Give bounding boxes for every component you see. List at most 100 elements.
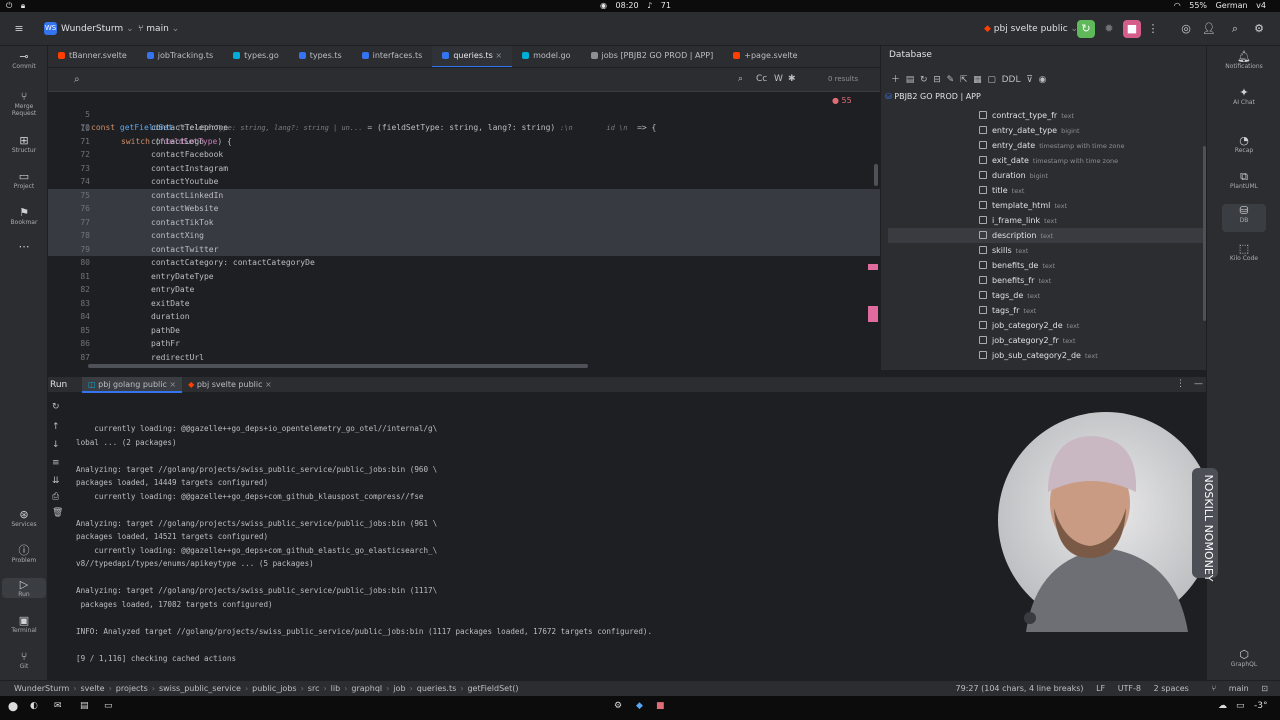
keyboard-layout[interactable]: German bbox=[1216, 1, 1248, 10]
db-tool[interactable]: ⛁ DB bbox=[1222, 204, 1266, 232]
editor-tab[interactable]: tBanner.svelte bbox=[48, 46, 137, 67]
graphql-tool[interactable]: ⬡ GraphQL bbox=[1222, 648, 1266, 668]
print-icon[interactable]: ⎙ bbox=[52, 492, 59, 502]
db-column-item[interactable]: template_html text bbox=[979, 198, 1067, 213]
db-column-item[interactable]: tags_de text bbox=[979, 288, 1040, 303]
db-column-item[interactable]: tags_fr text bbox=[979, 303, 1036, 318]
volume[interactable]: v4 bbox=[1256, 1, 1266, 10]
search-icon[interactable]: ⌕ bbox=[1226, 20, 1244, 38]
breadcrumb-item[interactable]: lib bbox=[331, 684, 341, 693]
project-switcher[interactable]: WS WunderSturm ⌄ bbox=[44, 21, 134, 37]
breadcrumb-item[interactable]: WunderSturm bbox=[14, 684, 69, 693]
match-case-toggle[interactable]: Cc bbox=[756, 74, 767, 84]
whole-word-toggle[interactable]: W bbox=[774, 74, 783, 84]
battery[interactable]: 55% bbox=[1189, 1, 1207, 10]
editor-tab[interactable]: +page.svelte bbox=[723, 46, 807, 67]
db-column-item[interactable]: description text bbox=[979, 228, 1053, 243]
rerun-icon[interactable]: ↻ bbox=[52, 402, 60, 412]
db-column-item[interactable]: i_frame_link text bbox=[979, 213, 1057, 228]
filter-funnel-icon[interactable]: ⊽ bbox=[1026, 75, 1033, 85]
db-column-item[interactable]: exit_date timestamp with time zone bbox=[979, 153, 1118, 168]
close-icon[interactable]: × bbox=[262, 380, 272, 389]
tray-icon[interactable]: ▭ bbox=[1236, 701, 1245, 711]
code-editor[interactable]: 5 const getFieldSet (fieldSetType: strin… bbox=[48, 92, 880, 370]
console-icon[interactable]: ▢ bbox=[987, 75, 996, 85]
more-tools[interactable]: ⋯ bbox=[2, 240, 46, 253]
git-branch[interactable]: ⑂ main bbox=[1201, 684, 1248, 693]
vscode-icon[interactable]: ◆ bbox=[636, 701, 643, 711]
editor-tab[interactable]: queries.ts × bbox=[432, 46, 513, 67]
search-icon[interactable]: ⌕ bbox=[74, 74, 80, 85]
jump-icon[interactable]: ⇱ bbox=[960, 75, 968, 85]
merge-request-tool[interactable]: ⑂ Merge Request bbox=[2, 90, 46, 117]
editor-scrollbar[interactable] bbox=[874, 164, 878, 186]
stop-button[interactable]: ■ bbox=[1123, 20, 1141, 38]
branch-switcher[interactable]: ⑂ main ⌄ bbox=[138, 21, 179, 37]
settings-icon[interactable]: ⚙ bbox=[614, 701, 622, 711]
breadcrumb-item[interactable]: swiss_public_service bbox=[159, 684, 241, 693]
problems-tool[interactable]: ⓘ Problem bbox=[2, 544, 46, 564]
db-column-item[interactable]: duration bigint bbox=[979, 168, 1048, 183]
mail-icon[interactable]: ✉ bbox=[54, 701, 62, 711]
project-tool[interactable]: ▭ Project bbox=[2, 170, 46, 190]
connection-node[interactable]: ⛁ PBJB2 GO PROD | APP bbox=[885, 92, 981, 101]
main-menu-icon[interactable]: ≡ bbox=[10, 20, 28, 38]
account-icon[interactable]: 👤︎ bbox=[1200, 20, 1218, 38]
terminal-tool[interactable]: ▣ Terminal bbox=[2, 614, 46, 634]
close-icon[interactable]: × bbox=[493, 51, 502, 60]
minimize-icon[interactable]: — bbox=[1194, 379, 1203, 389]
ddl-button[interactable]: DDL bbox=[1002, 75, 1021, 85]
ai-chat-tool[interactable]: ✦ AI Chat bbox=[1222, 86, 1266, 106]
db-column-item[interactable]: contract_type_fr text bbox=[979, 108, 1074, 123]
db-column-item[interactable]: job_category2_de text bbox=[979, 318, 1079, 333]
warnings-indicator[interactable]: ● 55 bbox=[832, 96, 852, 105]
kilo-code-tool[interactable]: ⬚ Kilo Code bbox=[1222, 242, 1266, 262]
ai-assistant-icon[interactable]: ◎ bbox=[1177, 20, 1195, 38]
regex-icon[interactable]: ⌕ bbox=[738, 74, 743, 84]
eye-icon[interactable]: ◉ bbox=[1039, 75, 1047, 85]
editor-tab[interactable]: jobTracking.ts bbox=[137, 46, 223, 67]
breadcrumb-item[interactable]: getFieldSet() bbox=[467, 684, 518, 693]
bookmarks-tool[interactable]: ⚑ Bookmar bbox=[2, 206, 46, 226]
more-options-icon[interactable]: ⋮ bbox=[1176, 379, 1185, 389]
apps-icon[interactable]: ⬤ bbox=[8, 702, 18, 712]
commit-tool[interactable]: ⊸ Commit bbox=[2, 50, 46, 70]
close-icon[interactable]: × bbox=[167, 380, 176, 389]
run-tab[interactable]: ◫ pbj golang public × bbox=[82, 377, 183, 393]
calendar-icon[interactable]: ▤ bbox=[80, 701, 89, 711]
trash-icon[interactable]: 🗑︎ bbox=[52, 508, 63, 518]
more-actions-icon[interactable]: ⋮ bbox=[1144, 20, 1162, 38]
db-column-item[interactable]: entry_date timestamp with time zone bbox=[979, 138, 1124, 153]
settings-icon[interactable]: ⚙ bbox=[1250, 20, 1268, 38]
soft-wrap-icon[interactable]: ≡ bbox=[52, 458, 60, 468]
scroll-end-icon[interactable]: ⇊ bbox=[52, 476, 60, 486]
editor-tab[interactable]: interfaces.ts bbox=[352, 46, 433, 67]
editor-tab[interactable]: types.go bbox=[223, 46, 289, 67]
notifications-tool[interactable]: 🔔︎ Notifications bbox=[1222, 50, 1266, 70]
filter-icon[interactable]: ⊟ bbox=[933, 75, 941, 85]
services-tool[interactable]: ⊛ Services bbox=[2, 508, 46, 528]
db-column-item[interactable]: job_category2_fr text bbox=[979, 333, 1076, 348]
breadcrumb-item[interactable]: projects bbox=[116, 684, 148, 693]
edit-icon[interactable]: ✎ bbox=[947, 75, 955, 85]
git-tool[interactable]: ⑂ Git bbox=[2, 650, 46, 670]
breadcrumb-item[interactable]: queries.ts bbox=[417, 684, 457, 693]
indent[interactable]: 2 spaces bbox=[1154, 684, 1189, 693]
breadcrumb-item[interactable]: graphql bbox=[351, 684, 382, 693]
structure-tool[interactable]: ⊞ Structur bbox=[2, 134, 46, 154]
db-column-item[interactable]: benefits_de text bbox=[979, 258, 1055, 273]
refresh-icon[interactable]: ↻ bbox=[920, 75, 928, 85]
breadcrumb-item[interactable]: job bbox=[393, 684, 405, 693]
db-column-item[interactable]: job_sub_category2_de text bbox=[979, 348, 1098, 363]
regex-toggle[interactable]: ✱ bbox=[788, 74, 796, 84]
files-icon[interactable]: ▭ bbox=[104, 701, 113, 711]
db-column-item[interactable]: entry_date_type bigint bbox=[979, 123, 1080, 138]
lock-icon[interactable]: 🔒︎ bbox=[21, 1, 25, 10]
debug-button[interactable]: ✹ bbox=[1100, 20, 1118, 38]
editor-tab[interactable]: jobs [PBJB2 GO PROD | APP] bbox=[581, 46, 724, 67]
encoding[interactable]: UTF-8 bbox=[1118, 684, 1141, 693]
horizontal-scrollbar[interactable] bbox=[88, 364, 588, 368]
scroll-down-icon[interactable]: ↓ bbox=[52, 440, 60, 450]
scroll-up-icon[interactable]: ↑ bbox=[52, 422, 60, 432]
db-column-item[interactable]: benefits_fr text bbox=[979, 273, 1051, 288]
